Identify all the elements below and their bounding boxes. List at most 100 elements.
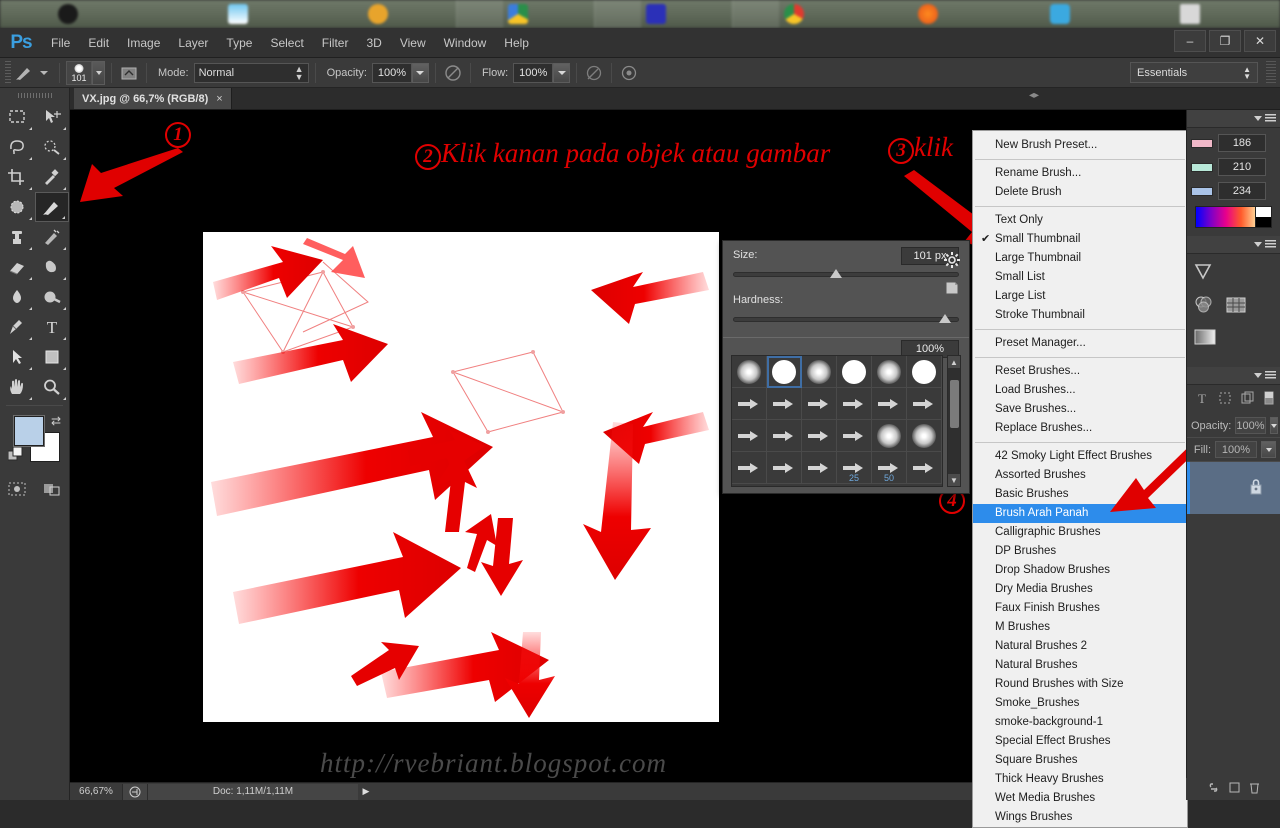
brush-thumbnail[interactable] xyxy=(802,452,837,484)
panel-menu-icon[interactable] xyxy=(1265,114,1276,123)
flyout-menu-item[interactable]: Preset Manager... xyxy=(973,334,1187,353)
brush-thumbnail[interactable] xyxy=(767,420,802,452)
scroll-down-icon[interactable]: ▼ xyxy=(948,474,960,486)
brush-tool-chevron-icon[interactable] xyxy=(40,70,48,75)
type-tool[interactable]: T xyxy=(35,312,70,342)
brush-tool-icon[interactable] xyxy=(13,62,35,84)
flyout-menu-item[interactable]: Wings Brushes xyxy=(973,808,1187,827)
menu-3d[interactable]: 3D xyxy=(357,28,390,58)
flyout-menu-item[interactable]: Natural Brushes 2 xyxy=(973,637,1187,656)
path-selection-tool[interactable] xyxy=(0,342,35,372)
explorer-icon[interactable] xyxy=(1180,4,1200,24)
scroll-up-icon[interactable]: ▲ xyxy=(948,356,960,368)
menu-image[interactable]: Image xyxy=(118,28,169,58)
new-layer-icon[interactable] xyxy=(1228,781,1241,797)
flyout-menu-item[interactable]: M Brushes xyxy=(973,618,1187,637)
ramp-bw-swatch[interactable] xyxy=(1255,207,1271,227)
menu-help[interactable]: Help xyxy=(495,28,538,58)
type-filter-icon[interactable]: T xyxy=(1195,391,1209,408)
lock-icon[interactable] xyxy=(1248,478,1264,499)
brush-thumbnail[interactable] xyxy=(837,420,872,452)
menu-select[interactable]: Select xyxy=(261,28,312,58)
lasso-tool[interactable] xyxy=(0,132,35,162)
close-icon[interactable]: × xyxy=(216,93,222,105)
scrollbar-thumb[interactable] xyxy=(950,380,959,428)
tabbar-collapse-icon[interactable]: ◂▸ xyxy=(1024,91,1044,102)
link-layers-icon[interactable] xyxy=(1207,781,1220,797)
flyout-menu-item[interactable]: DP Brushes xyxy=(973,542,1187,561)
flyout-menu-item[interactable]: Dry Media Brushes xyxy=(973,580,1187,599)
layer-opacity-dropdown[interactable] xyxy=(1269,417,1278,434)
chrome-icon[interactable] xyxy=(784,4,804,24)
size-slider-thumb[interactable] xyxy=(830,269,843,278)
adjustment-filter-icon[interactable] xyxy=(1264,391,1274,408)
quick-selection-tool[interactable] xyxy=(35,132,70,162)
brush-thumbnail[interactable] xyxy=(872,356,907,388)
brush-preset-picker[interactable]: Size: 101 px Hardness: 100% 25 50 ▲ ▼ xyxy=(722,240,970,494)
flyout-menu-item[interactable]: Round Brushes with Size xyxy=(973,675,1187,694)
rectangle-shape-tool[interactable] xyxy=(35,342,70,372)
crop-tool[interactable] xyxy=(0,162,35,192)
panel-menu-chevron-icon[interactable] xyxy=(1254,116,1262,121)
new-document-icon[interactable] xyxy=(945,281,959,295)
brush-thumbnail[interactable] xyxy=(767,452,802,484)
brush-grid-scrollbar[interactable]: ▲ ▼ xyxy=(947,355,961,487)
flyout-menu-item[interactable]: Load Brushes... xyxy=(973,381,1187,400)
menu-edit[interactable]: Edit xyxy=(79,28,118,58)
foreground-color-swatch[interactable] xyxy=(14,416,44,446)
hardness-slider-thumb[interactable] xyxy=(938,314,951,323)
hue-saturation-icon[interactable] xyxy=(1193,295,1215,318)
color-panel-header[interactable] xyxy=(1187,110,1280,128)
layers-panel-header[interactable] xyxy=(1187,367,1280,385)
eraser-tool[interactable] xyxy=(0,252,35,282)
app-water-icon[interactable] xyxy=(228,4,248,24)
flyout-menu-item[interactable]: Large Thumbnail xyxy=(973,249,1187,268)
gradient-tool[interactable] xyxy=(35,252,70,282)
blur-tool[interactable] xyxy=(0,282,35,312)
brush-thumbnail[interactable] xyxy=(767,388,802,420)
opacity-dropdown[interactable] xyxy=(411,62,429,83)
dodge-tool[interactable] xyxy=(35,282,70,312)
zoom-level[interactable]: 66,67% xyxy=(70,786,122,797)
brush-thumbnail[interactable]: 50 xyxy=(872,452,907,484)
flyout-menu-item[interactable]: Calligraphic Brushes xyxy=(973,523,1187,542)
history-brush-tool[interactable] xyxy=(35,222,70,252)
app-blue-icon[interactable] xyxy=(646,4,666,24)
gear-icon[interactable] xyxy=(943,251,961,269)
brush-thumbnail[interactable] xyxy=(732,356,767,388)
shape-filter-icon[interactable] xyxy=(1218,391,1232,408)
brush-thumbnail[interactable] xyxy=(732,420,767,452)
flyout-menu-item[interactable]: ✔ Small Thumbnail xyxy=(973,230,1187,249)
smart-object-filter-icon[interactable] xyxy=(1241,391,1255,408)
brush-thumbnail[interactable]: 25 xyxy=(837,452,872,484)
flyout-menu-item[interactable]: Reset Brushes... xyxy=(973,362,1187,381)
panel-menu-icon[interactable] xyxy=(1265,371,1276,380)
flyout-menu-item[interactable]: Natural Brushes xyxy=(973,656,1187,675)
flyout-menu-item[interactable]: Faux Finish Brushes xyxy=(973,599,1187,618)
eyedropper-tool[interactable] xyxy=(35,162,70,192)
green-value[interactable]: 210 xyxy=(1218,158,1266,176)
color-balance-icon[interactable] xyxy=(1225,295,1247,318)
brush-thumbnail[interactable] xyxy=(872,388,907,420)
swap-colors-icon[interactable]: ⇄ xyxy=(51,414,61,428)
flyout-menu-item[interactable]: Text Only xyxy=(973,211,1187,230)
layer-fill-value[interactable]: 100% xyxy=(1215,441,1257,458)
brush-thumbnail[interactable] xyxy=(802,420,837,452)
panel-menu-chevron-icon[interactable] xyxy=(1254,242,1262,247)
brush-thumbnail[interactable] xyxy=(837,388,872,420)
quick-mask-icon[interactable] xyxy=(0,474,35,504)
flyout-menu-item[interactable]: Stroke Thumbnail xyxy=(973,306,1187,325)
flow-dropdown[interactable] xyxy=(553,62,571,83)
brush-thumbnail[interactable] xyxy=(907,452,942,484)
flow-input[interactable]: 100% xyxy=(513,62,554,83)
hand-tool[interactable] xyxy=(0,372,35,402)
windows-taskbar[interactable] xyxy=(0,0,1280,28)
menu-type[interactable]: Type xyxy=(217,28,261,58)
google-drive-icon[interactable] xyxy=(508,4,528,24)
close-button[interactable]: ✕ xyxy=(1244,30,1276,52)
flyout-menu-item[interactable]: New Brush Preset... xyxy=(973,136,1187,155)
panel-menu-icon[interactable] xyxy=(1265,240,1276,249)
document-tab[interactable]: VX.jpg @ 66,7% (RGB/8) × xyxy=(74,88,232,109)
zoom-tool[interactable] xyxy=(35,372,70,402)
tablet-pressure-icon[interactable] xyxy=(118,62,140,84)
